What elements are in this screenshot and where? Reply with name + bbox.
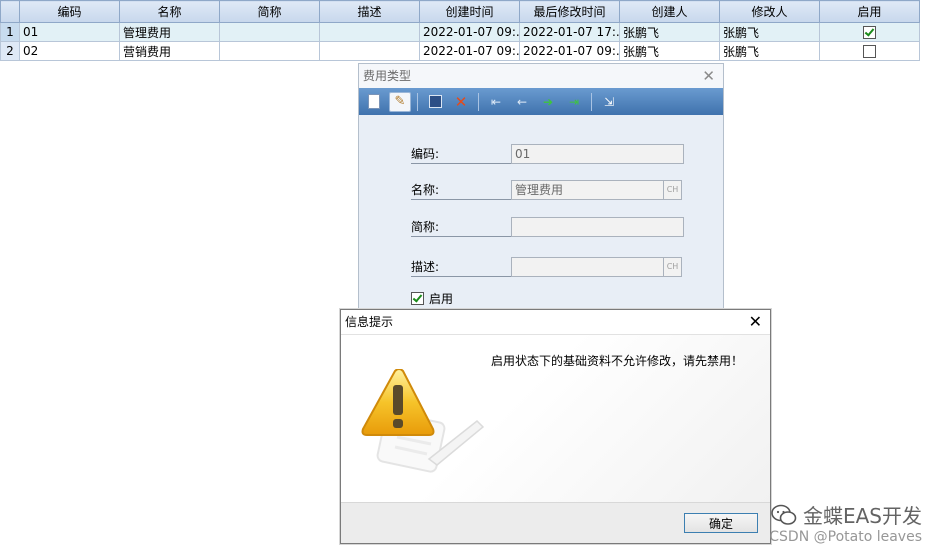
short-label: 简称: (411, 218, 511, 237)
cell-code[interactable]: 02 (19, 41, 120, 61)
cell-name[interactable]: 营销费用 (119, 41, 220, 61)
cell-modified[interactable]: 2022-01-07 17:... (519, 22, 620, 42)
cell-enabled[interactable] (819, 22, 920, 42)
desc-label: 描述: (411, 258, 511, 277)
first-icon[interactable]: ⇤ (485, 92, 507, 112)
toolbar-divider (591, 92, 592, 111)
row-index[interactable]: 2 (0, 41, 20, 61)
language-button[interactable]: CH (663, 257, 682, 277)
short-row: 简称: (411, 217, 684, 237)
exit-icon[interactable]: ⇲ (598, 92, 620, 112)
col-header-enabled[interactable]: 启用 (819, 0, 920, 23)
cell-code[interactable]: 01 (19, 22, 120, 42)
watermark-line1: 金蝶EAS开发 (802, 504, 922, 528)
table-row[interactable]: 2 02 营销费用 2022-01-07 09:... 2022-01-07 0… (0, 41, 920, 61)
cell-desc[interactable] (319, 41, 420, 61)
dialog-titlebar[interactable]: 费用类型 ✕ (359, 64, 723, 88)
new-doc-icon[interactable] (363, 92, 385, 112)
grid-header-row: 编码 名称 简称 描述 创建时间 最后修改时间 创建人 修改人 启用 (0, 0, 920, 23)
edit-icon[interactable]: ✎ (389, 91, 411, 112)
col-header-modifier[interactable]: 修改人 (719, 0, 820, 23)
cell-creator[interactable]: 张鹏飞 (619, 22, 720, 42)
wechat-icon (771, 504, 797, 525)
enable-label: 启用 (429, 292, 454, 306)
cell-short[interactable] (219, 22, 320, 42)
short-field[interactable] (511, 217, 684, 237)
cell-created[interactable]: 2022-01-07 09:... (419, 41, 520, 61)
msgbox-body: 启用状态下的基础资料不允许修改，请先禁用！ (341, 335, 770, 503)
toolbar-divider (478, 92, 479, 111)
dialog-title: 费用类型 (363, 69, 412, 83)
msgbox-titlebar[interactable]: 信息提示 ✕ (341, 310, 770, 335)
desc-row: 描述: CH (411, 257, 682, 277)
watermark-brand: 金蝶EAS开发 (769, 500, 922, 529)
col-header-name[interactable]: 名称 (119, 0, 220, 23)
row-index[interactable]: 1 (0, 22, 20, 42)
language-button[interactable]: CH (663, 180, 682, 200)
warning-icon (361, 369, 485, 473)
msgbox-title: 信息提示 (345, 315, 394, 329)
toolbar: ✎ ✕ ⇤ ← ➔ ⇥ ⇲ (359, 88, 723, 115)
enabled-checkbox-checked[interactable] (863, 26, 876, 39)
row-index-header (0, 0, 20, 23)
cell-desc[interactable] (319, 22, 420, 42)
enable-row: 启用 (411, 290, 453, 307)
close-icon[interactable]: ✕ (749, 310, 762, 334)
name-field[interactable]: 管理费用 CH (511, 180, 682, 200)
expense-type-dialog: 费用类型 ✕ ✎ ✕ ⇤ ← ➔ ⇥ ⇲ 编码: 01 名称: 管理费用 CH … (358, 63, 724, 315)
ok-button[interactable]: 确定 (684, 513, 758, 533)
name-label: 名称: (411, 181, 511, 200)
last-icon[interactable]: ⇥ (563, 92, 585, 112)
table-row[interactable]: 1 01 管理费用 2022-01-07 09:... 2022-01-07 1… (0, 22, 920, 42)
col-header-creator[interactable]: 创建人 (619, 0, 720, 23)
name-row: 名称: 管理费用 CH (411, 180, 682, 200)
data-grid: 编码 名称 简称 描述 创建时间 最后修改时间 创建人 修改人 启用 1 01 … (0, 0, 920, 61)
cell-enabled[interactable] (819, 41, 920, 61)
toolbar-divider (417, 92, 418, 111)
cell-modified[interactable]: 2022-01-07 09:... (519, 41, 620, 61)
cell-modifier[interactable]: 张鹏飞 (719, 22, 820, 42)
cell-short[interactable] (219, 41, 320, 61)
cell-name[interactable]: 管理费用 (119, 22, 220, 42)
col-header-short[interactable]: 简称 (219, 0, 320, 23)
next-icon[interactable]: ➔ (537, 92, 559, 112)
save-icon[interactable] (424, 92, 446, 112)
watermark: 金蝶EAS开发 CSDN @Potato leaves (769, 500, 922, 545)
col-header-code[interactable]: 编码 (19, 0, 120, 23)
code-field[interactable]: 01 (511, 144, 684, 164)
close-icon[interactable]: ✕ (702, 64, 715, 88)
desc-field[interactable]: CH (511, 257, 682, 277)
code-row: 编码: 01 (411, 144, 684, 164)
msgbox-footer: 确定 (341, 502, 770, 543)
cell-creator[interactable]: 张鹏飞 (619, 41, 720, 61)
col-header-desc[interactable]: 描述 (319, 0, 420, 23)
code-label: 编码: (411, 145, 511, 164)
enabled-checkbox-unchecked[interactable] (863, 45, 876, 58)
col-header-modified[interactable]: 最后修改时间 (519, 0, 620, 23)
prev-icon[interactable]: ← (511, 92, 533, 112)
delete-icon[interactable]: ✕ (450, 92, 472, 112)
cell-modifier[interactable]: 张鹏飞 (719, 41, 820, 61)
enable-checkbox[interactable] (411, 292, 424, 305)
col-header-created[interactable]: 创建时间 (419, 0, 520, 23)
info-message-dialog: 信息提示 ✕ 启用状态下的基础资料不允许修改，请先禁用！ 确定 (340, 309, 771, 544)
watermark-line2: CSDN @Potato leaves (769, 529, 922, 545)
msgbox-message: 启用状态下的基础资料不允许修改，请先禁用！ (491, 354, 744, 368)
cell-created[interactable]: 2022-01-07 09:... (419, 22, 520, 42)
name-value: 管理费用 (515, 183, 564, 197)
